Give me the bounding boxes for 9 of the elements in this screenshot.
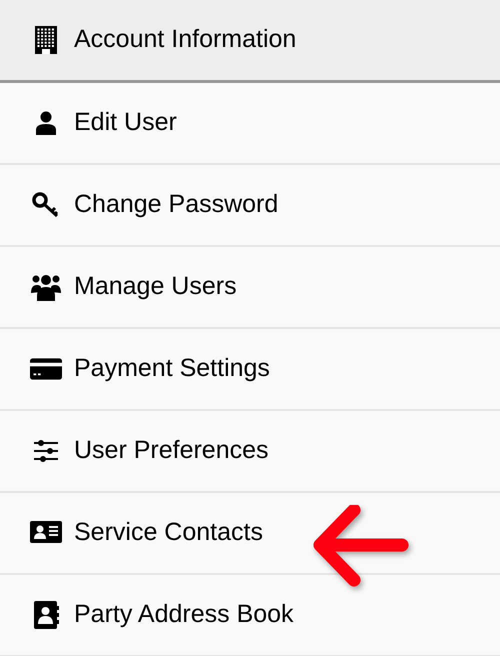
sliders-icon	[33, 440, 59, 462]
user-icon	[35, 111, 57, 135]
key-icon	[32, 192, 60, 218]
users-icon	[31, 273, 61, 301]
credit-card-icon	[30, 357, 62, 381]
building-icon	[35, 26, 57, 54]
contact-card-icon	[30, 521, 62, 545]
address-book-icon	[33, 601, 59, 629]
section-title: Account Information	[74, 24, 296, 56]
